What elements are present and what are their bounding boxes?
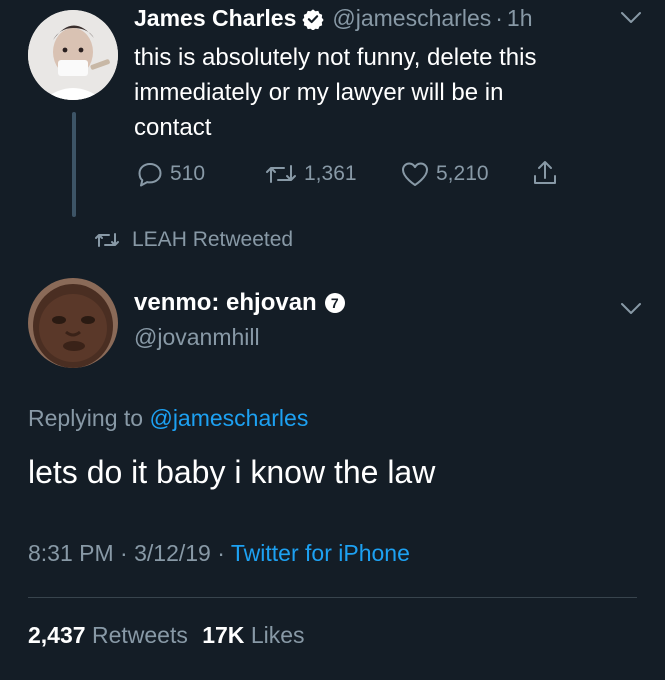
reply-count: 510 (170, 162, 206, 185)
tweet2-time[interactable]: 8:31 PM (28, 540, 114, 566)
tweet2-chevron-down-icon[interactable] (620, 302, 642, 316)
like-count: 5,210 (436, 162, 489, 185)
retweet-action[interactable]: 1,361 (264, 160, 357, 188)
reply-icon (136, 160, 164, 188)
retweet-count: 1,361 (304, 162, 357, 185)
tweet2-dot-2: · (217, 540, 225, 566)
tweet1-text-line-2: immediately or my lawyer will be in (134, 79, 504, 106)
tweet2-text: lets do it baby i know the law (28, 454, 436, 490)
number-badge-icon: 7 (324, 293, 345, 313)
tweet2-stats: 2,437 Retweets 17K Likes (28, 622, 305, 649)
tweet2-source-link[interactable]: Twitter for iPhone (231, 540, 410, 566)
retweet-context[interactable]: LEAH Retweeted (94, 228, 293, 252)
replying-to-line: Replying to @jamescharles (28, 405, 308, 432)
tweet2-author-handle[interactable]: @jovanmhill (134, 324, 260, 351)
replying-to-handle-link[interactable]: @jamescharles (149, 405, 308, 431)
tweet2-header: venmo: ehjovan 7 (134, 289, 345, 317)
tweet1-text-line-1: this is absolutely not funny, delete thi… (134, 44, 537, 71)
number-badge-value: 7 (330, 295, 339, 311)
tweet1-author-handle[interactable]: @jamescharles (332, 5, 491, 32)
avatar-james-charles[interactable] (28, 10, 118, 100)
likes-stat[interactable]: 17K Likes (202, 622, 304, 648)
tweet1-text-line-3: contact (134, 114, 212, 141)
likes-stat-label: Likes (250, 622, 305, 648)
tweet2-meta: 8:31 PM · 3/12/19 · Twitter for iPhone (28, 540, 410, 567)
tweet1-header: James Charles @jamescharles · 1h (134, 5, 533, 32)
tweet1-text: this is absolutely not funny, delete thi… (134, 40, 536, 145)
avatar-jovan[interactable] (28, 278, 118, 368)
tweet1-chevron-down-icon[interactable] (620, 11, 642, 25)
tweet2-author-name[interactable]: venmo: ehjovan (134, 289, 317, 317)
stats-divider (28, 597, 637, 598)
tweet1-timestamp[interactable]: 1h (507, 5, 533, 32)
retweets-stat-label: Retweets (91, 622, 188, 648)
tweet1-author-name[interactable]: James Charles (134, 5, 296, 32)
share-icon[interactable] (530, 158, 560, 188)
like-action[interactable]: 5,210 (400, 160, 489, 188)
tweet2-date[interactable]: 3/12/19 (134, 540, 211, 566)
reply-action[interactable]: 510 (136, 160, 205, 188)
tweet1-separator: · (495, 5, 503, 31)
retweets-stat-count: 2,437 (28, 622, 86, 648)
verified-badge-icon (302, 8, 325, 30)
heart-icon (400, 160, 430, 188)
thread-connector-line (72, 112, 76, 217)
retweet-context-label: LEAH Retweeted (132, 228, 294, 251)
likes-stat-count: 17K (202, 622, 245, 648)
tweet2-dot-1: · (120, 540, 128, 566)
retweet-context-icon (94, 229, 120, 251)
retweets-stat[interactable]: 2,437 Retweets (28, 622, 194, 648)
replying-to-prefix: Replying to (28, 405, 144, 431)
retweet-icon (264, 160, 298, 188)
